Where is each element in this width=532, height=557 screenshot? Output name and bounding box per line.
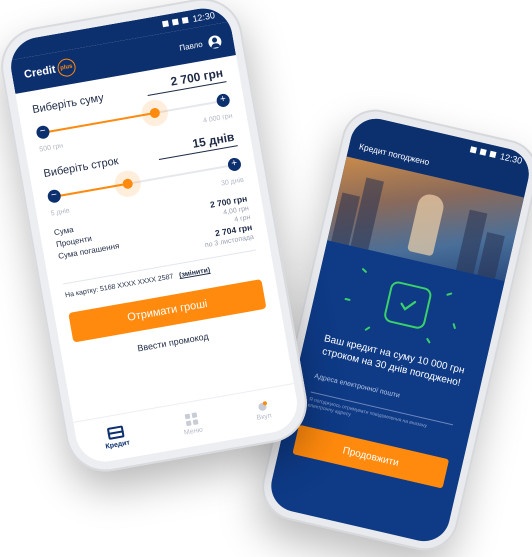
scene: 12:30 Кредит погоджено Ваш кредит на сум… (0, 0, 532, 557)
phone-back: 12:30 Кредит погоджено Ваш кредит на сум… (255, 102, 532, 557)
wifi-icon (479, 148, 488, 156)
user-name: Павло (178, 39, 204, 53)
wifi-icon (172, 18, 180, 26)
tab-credit-label: Кредит (105, 439, 131, 451)
success-panel: Ваш кредит на суму 10 000 грн строком на… (278, 240, 505, 492)
loan-calculator: Виберіть суму 2 700 грн − + 500 грн 4 00… (15, 55, 284, 367)
user-menu[interactable]: Павло (178, 33, 223, 54)
tab-third-label: Вкуп (256, 412, 273, 422)
signal-icon (470, 146, 478, 154)
battery-icon (489, 150, 497, 159)
phone-front: 12:30 Credit plus Павло Виберіть суму 2 … (0, 0, 314, 478)
change-card-link[interactable]: (змінити) (179, 267, 211, 279)
grid-icon (184, 412, 199, 427)
tab-credit[interactable]: Кредит (102, 425, 131, 451)
logo-text: Credit (23, 63, 57, 82)
dot-icon (257, 402, 267, 412)
tab-bar: Кредит Меню Вкуп (73, 382, 302, 467)
card-icon (106, 425, 125, 440)
front-screen: 12:30 Credit plus Павло Виберіть суму 2 … (6, 3, 302, 467)
tab-menu-label: Меню (183, 426, 204, 437)
tab-menu[interactable]: Меню (181, 412, 203, 437)
term-fill (59, 182, 128, 197)
checkmark-icon (382, 279, 433, 331)
status-time: 12:30 (499, 151, 524, 167)
logo-badge: plus (55, 57, 77, 79)
status-time: 12:30 (191, 10, 216, 24)
logo: Credit plus (23, 57, 77, 84)
amount-knob[interactable] (149, 107, 161, 119)
person-image (407, 192, 446, 257)
term-plus-button[interactable]: + (226, 156, 243, 172)
signal-icon (162, 20, 170, 28)
tab-third[interactable]: Вкуп (254, 402, 272, 422)
term-knob[interactable] (121, 178, 134, 190)
term-minus-button[interactable]: − (46, 188, 62, 204)
amount-minus-button[interactable]: − (35, 124, 51, 140)
amount-plus-button[interactable]: + (215, 92, 231, 108)
back-screen: 12:30 Кредит погоджено Ваш кредит на сум… (266, 113, 532, 547)
card-number: На картку: 5168 XXXX XXXX 2587 (64, 273, 174, 300)
battery-icon (182, 16, 190, 24)
user-icon (207, 33, 223, 50)
